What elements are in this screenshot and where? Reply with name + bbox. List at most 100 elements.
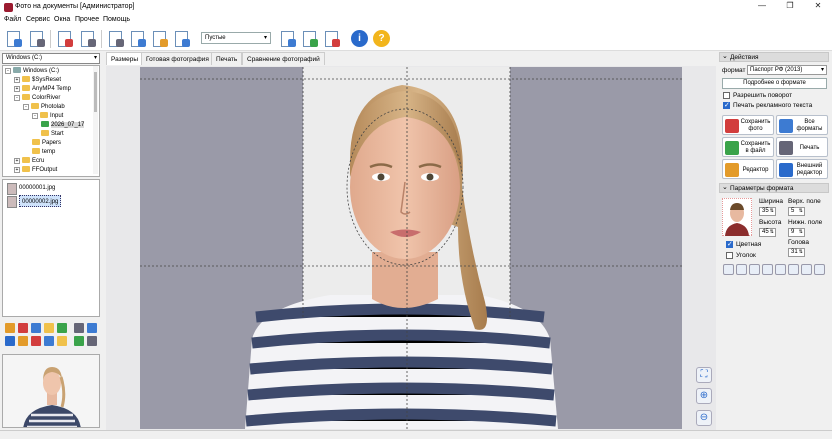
- schedule-icon[interactable]: [172, 29, 192, 49]
- file-item[interactable]: 00000001.jpg: [19, 182, 55, 194]
- close-button[interactable]: ✕: [808, 1, 828, 13]
- color-checkbox[interactable]: [726, 240, 733, 248]
- expand-icon[interactable]: +: [14, 158, 20, 164]
- tab-sizes[interactable]: Размеры: [106, 52, 144, 65]
- tool-icon[interactable]: [74, 323, 84, 333]
- user-edit-icon[interactable]: [150, 29, 170, 49]
- tool-icon[interactable]: [87, 336, 97, 346]
- collapse-icon[interactable]: -: [5, 68, 11, 74]
- menu-service[interactable]: Сервис: [26, 16, 50, 23]
- minimize-button[interactable]: —: [752, 1, 772, 13]
- search-file-icon[interactable]: [78, 29, 98, 49]
- help-icon[interactable]: ?: [373, 30, 390, 47]
- menu-file[interactable]: Файл: [4, 16, 21, 23]
- tool-icon[interactable]: [74, 336, 84, 346]
- import-icon[interactable]: [278, 29, 298, 49]
- tool-icon[interactable]: [44, 323, 54, 333]
- template-icon[interactable]: [788, 264, 799, 275]
- collapse-icon[interactable]: -: [32, 113, 38, 119]
- template-icon[interactable]: [814, 264, 825, 275]
- print-ad-checkbox[interactable]: [723, 101, 730, 109]
- tool-icon[interactable]: [31, 336, 41, 346]
- tree-item[interactable]: + Ecru: [14, 157, 44, 166]
- open-icon[interactable]: [4, 29, 24, 49]
- settings-icon[interactable]: [128, 29, 148, 49]
- tool-icon[interactable]: [31, 323, 41, 333]
- tool-icon[interactable]: [18, 336, 28, 346]
- template-icon[interactable]: [723, 264, 734, 275]
- file-list[interactable]: 00000001.jpg 00000002.jpg: [2, 179, 100, 317]
- tree-item[interactable]: Start: [41, 130, 64, 139]
- tab-print[interactable]: Печать: [211, 52, 243, 65]
- collapse-icon[interactable]: -: [23, 104, 29, 110]
- expand-icon[interactable]: +: [14, 86, 20, 92]
- tool-icon[interactable]: [18, 323, 28, 333]
- tool-icon[interactable]: [57, 323, 67, 333]
- tab-compare[interactable]: Сравнение фотографий: [242, 52, 325, 65]
- all-formats-button[interactable]: Все форматы: [776, 115, 828, 135]
- tool-icon[interactable]: [87, 323, 97, 333]
- tree-item[interactable]: Papers: [32, 139, 61, 148]
- external-editor-button[interactable]: Внешний редактор: [776, 159, 828, 179]
- template-icon[interactable]: [736, 264, 747, 275]
- folder-tree[interactable]: - Windows (C:) + $SysReset + AnyMP4 Temp - Colo…: [2, 65, 100, 177]
- zoom-out-icon[interactable]: ⊖: [696, 410, 712, 426]
- height-spinner[interactable]: 45: [759, 228, 776, 237]
- menu-help[interactable]: Помощь: [103, 16, 130, 23]
- tree-item[interactable]: temp: [32, 148, 55, 157]
- menu-windows[interactable]: Окна: [54, 16, 70, 23]
- add-icon[interactable]: [300, 29, 320, 49]
- filter-combo[interactable]: Пустые ▾: [201, 32, 271, 44]
- fit-icon[interactable]: ⛶: [696, 367, 712, 383]
- save-photo-button[interactable]: Сохранить фото: [722, 115, 774, 135]
- format-select[interactable]: Паспорт РФ (2013) ▾: [747, 65, 827, 75]
- head-spinner[interactable]: 31: [788, 248, 805, 257]
- tree-item[interactable]: + $SysReset: [14, 76, 61, 85]
- tool-icon[interactable]: [5, 336, 15, 346]
- template-icon[interactable]: [775, 264, 786, 275]
- template-icon[interactable]: [801, 264, 812, 275]
- actions-header[interactable]: Действия: [719, 52, 829, 62]
- portrait-photo[interactable]: [140, 67, 682, 429]
- tree-scroll-thumb[interactable]: [94, 72, 97, 112]
- allow-rotate-checkbox[interactable]: [723, 92, 730, 99]
- save-to-file-button[interactable]: Сохранить в файл: [722, 137, 774, 157]
- tree-item[interactable]: - Input: [32, 112, 63, 121]
- template-icon[interactable]: [749, 264, 760, 275]
- width-spinner[interactable]: 35: [759, 207, 776, 216]
- delete-file-icon[interactable]: [55, 29, 75, 49]
- tree-item[interactable]: + FFOutput: [14, 166, 57, 175]
- menu-other[interactable]: Прочее: [75, 16, 99, 23]
- remove-icon[interactable]: [322, 29, 342, 49]
- expand-icon[interactable]: +: [14, 167, 20, 173]
- bottom-margin-spinner[interactable]: 9: [788, 228, 805, 237]
- tree-item[interactable]: - Windows (C:): [5, 67, 59, 76]
- collapse-icon[interactable]: -: [14, 95, 20, 101]
- info-icon[interactable]: i: [351, 30, 368, 47]
- expand-icon[interactable]: +: [14, 77, 20, 83]
- tree-item[interactable]: 2026_07_17: [41, 121, 85, 130]
- template-icon[interactable]: [762, 264, 773, 275]
- users-icon[interactable]: [106, 29, 126, 49]
- maximize-button[interactable]: ❐: [780, 1, 800, 13]
- zoom-in-icon[interactable]: ⊕: [696, 388, 712, 404]
- corner-checkbox[interactable]: [726, 252, 733, 259]
- drive-select[interactable]: Windows (C:) ▾: [2, 53, 100, 64]
- file-item-selected[interactable]: 00000002.jpg: [19, 195, 62, 207]
- params-header[interactable]: Параметры формата: [719, 183, 829, 193]
- editor-button[interactable]: Редактор: [722, 159, 774, 179]
- tree-item-label: $SysReset: [32, 77, 62, 83]
- about-format-button[interactable]: Подробнее о формате: [722, 78, 827, 89]
- tool-icon[interactable]: [57, 336, 67, 346]
- open-folder-icon[interactable]: [27, 29, 47, 49]
- tab-final-photo[interactable]: Готовая фотография: [141, 52, 214, 65]
- tree-item[interactable]: + AnyMP4 Temp: [14, 85, 71, 94]
- tree-item[interactable]: - ColorRiver: [14, 94, 60, 103]
- tool-icon[interactable]: [44, 336, 54, 346]
- folder-icon: [22, 166, 30, 172]
- top-margin-spinner[interactable]: 5: [788, 207, 805, 216]
- tool-icon[interactable]: [5, 323, 15, 333]
- print-button[interactable]: Печать: [776, 137, 828, 157]
- edit-icon: [725, 163, 739, 177]
- tree-item[interactable]: - Photolab: [23, 103, 65, 112]
